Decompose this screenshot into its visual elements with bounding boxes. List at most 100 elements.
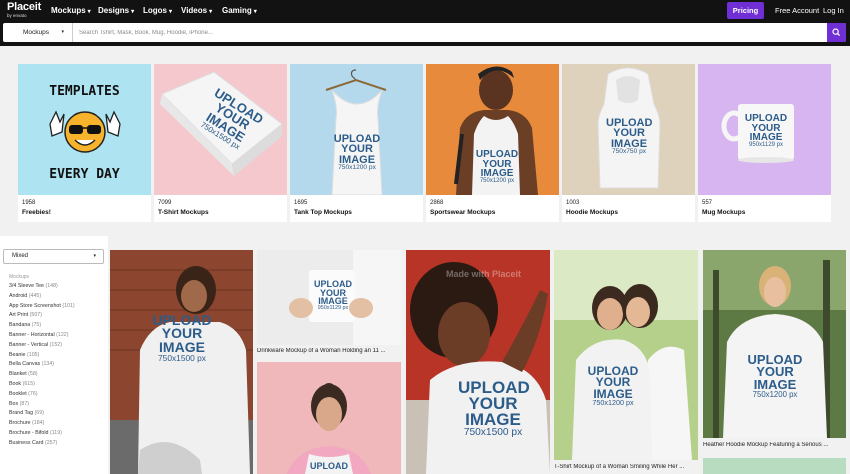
sidebar-category-item[interactable]: Book (615)	[9, 381, 104, 391]
freebies-art-line2: EVERY DAY	[49, 167, 120, 182]
filter-sidebar: Mixed ▾ Mockups 3/4 Sleeve Tee (148) Andr…	[0, 236, 108, 474]
category-label: Freebies!	[22, 209, 51, 216]
sidebar-category-count: (105)	[26, 351, 40, 358]
category-count: 1958	[22, 200, 36, 206]
result-caption[interactable]: Heather Hoodie Mockup Featuring a Seriou…	[703, 442, 846, 448]
woman-pink-photo	[257, 362, 401, 474]
sidebar-category-count: (69)	[34, 410, 44, 417]
nav-logos-label: Logos	[143, 6, 167, 15]
nav-designs[interactable]: Designs ▾	[98, 6, 134, 15]
result-tile[interactable]: UPLOAD YOUR IMAGE 950x1129 px	[257, 250, 401, 345]
sidebar-category-item[interactable]: Business Card (257)	[9, 440, 104, 450]
upload-dimensions: 750x1200 px	[479, 177, 515, 184]
tanktop-hanger-illustration	[325, 69, 387, 195]
category-card-tanktop[interactable]: UPLOAD YOUR IMAGE 750x1200 px 1695 Tank …	[290, 64, 423, 222]
sidebar-category-item[interactable]: Brochure (184)	[9, 420, 104, 430]
category-count: 1003	[566, 200, 580, 206]
upload-dimensions: 750x1200 px	[338, 164, 376, 172]
result-caption[interactable]: Drinkware Mockup of a Woman Holding an 1…	[257, 348, 401, 354]
upload-dimensions: 750x1200 px	[592, 398, 634, 408]
sidebar-category-item[interactable]: Beanie (105)	[9, 352, 104, 362]
result-tile[interactable]: Made with Placeit UPLOAD YOUR IMAGE 750x…	[406, 250, 550, 474]
upload-placeholder: UPLOAD YOUR IMAGE 950x1129 px	[313, 280, 353, 311]
sidebar-category-item[interactable]: Banner - Horizontal (122)	[9, 332, 104, 342]
search-category-select[interactable]: Mockups ▾	[3, 23, 73, 42]
nav-videos-label: Videos	[181, 6, 208, 15]
sidebar-category-name: Blanket	[9, 371, 27, 378]
sidebar-category-count: (76)	[28, 390, 38, 397]
result-tile[interactable]: UPLOAD YOUR IMAGE 750x1200 px	[703, 250, 846, 438]
sidebar-category-item[interactable]: App Store Screenshot (101)	[9, 303, 104, 313]
placeit-logo[interactable]: Placeit by envato	[7, 2, 41, 19]
result-tile[interactable]: UPLOAD YOUR IMAGE 750x1200 px	[554, 250, 698, 460]
logo-name: Placeit	[7, 1, 42, 13]
sidebar-category-item[interactable]: Bella Canvas (134)	[9, 361, 104, 371]
free-account-link[interactable]: Free Account	[775, 6, 819, 15]
result-tile[interactable]: UPLOAD	[257, 362, 401, 474]
category-label: Sportswear Mockups	[430, 209, 496, 216]
sidebar-category-item[interactable]: Booklet (76)	[9, 391, 104, 401]
chevron-down-icon: ▾	[87, 9, 91, 15]
smiley-sunglasses-illustration	[49, 110, 121, 153]
sidebar-category-name: Brand Tag	[9, 410, 34, 417]
category-card-mug[interactable]: UPLOAD YOUR IMAGE 950x1129 px 557 Mug Mo…	[698, 64, 831, 222]
upload-placeholder: UPLOAD YOUR IMAGE 750x1200 px	[472, 150, 522, 184]
upload-placeholder: UPLOAD YOUR IMAGE 950x1129 px	[742, 114, 790, 148]
nav-gaming-label: Gaming	[222, 6, 252, 15]
sort-select-value: Mixed	[12, 253, 29, 259]
sidebar-category-name: 3/4 Sleeve Tee	[9, 283, 44, 289]
upload-placeholder: UPLOAD YOUR IMAGE 750x1200 px	[745, 353, 805, 399]
category-count: 1695	[294, 200, 308, 206]
upload-dimensions: 750x1500 px	[158, 352, 206, 363]
nav-mockups-label: Mockups	[51, 6, 86, 15]
sidebar-category-count: (507)	[29, 312, 42, 319]
tanktop-image: UPLOAD YOUR IMAGE 750x1200 px	[290, 64, 423, 195]
two-women-photo	[554, 250, 698, 460]
sidebar-category-item[interactable]: Blanket (58)	[9, 371, 104, 381]
login-link[interactable]: Log In	[823, 6, 844, 15]
chevron-down-icon: ▾	[93, 253, 96, 259]
sidebar-category-count: (134)	[41, 361, 55, 368]
upload-line1: UPLOAD	[310, 461, 348, 471]
result-caption[interactable]: T-Shirt Mockup of a Woman Smiling While …	[554, 464, 698, 470]
sidebar-category-name: Brochure	[9, 420, 31, 427]
category-card-tshirt[interactable]: UPLOAD YOUR IMAGE 750x1500 px 7099 T-Shi…	[154, 64, 287, 222]
sidebar-category-count: (148)	[45, 283, 58, 289]
sort-select[interactable]: Mixed ▾	[3, 249, 104, 264]
sidebar-category-name: Brochure - Bifold	[9, 429, 49, 436]
upload-placeholder: UPLOAD YOUR IMAGE 750x1200 px	[584, 365, 642, 408]
sidebar-category-item[interactable]: Box (87)	[9, 401, 104, 411]
sidebar-category-item[interactable]: Banner - Vertical (152)	[9, 342, 104, 352]
sidebar-heading: Mockups	[9, 274, 30, 280]
category-card-freebies[interactable]: TEMPLATES EVERY DAY 1958 Freebies!	[18, 64, 151, 222]
upload-line3: IMAGE	[465, 410, 521, 430]
nav-videos[interactable]: Videos ▾	[181, 6, 212, 15]
category-label: T-Shirt Mockups	[158, 209, 209, 216]
search-input[interactable]	[79, 23, 819, 42]
result-tile[interactable]: UPLOAD YOUR IMAGE 750x1500 px	[110, 250, 253, 474]
result-tile[interactable]	[703, 458, 846, 474]
sidebar-category-item[interactable]: Art Print (507)	[9, 312, 104, 322]
sidebar-category-name: Booklet	[9, 390, 27, 397]
sidebar-category-item[interactable]: 3/4 Sleeve Tee (148)	[9, 283, 104, 293]
category-card-hoodie[interactable]: UPLOAD YOUR IMAGE 750x750 px 1003 Hoodie…	[562, 64, 695, 222]
sidebar-category-count: (122)	[56, 331, 69, 338]
upload-placeholder: UPLOAD YOUR IMAGE 750x750 px	[606, 118, 652, 156]
chevron-down-icon: ▾	[253, 9, 257, 15]
category-card-sportswear[interactable]: UPLOAD YOUR IMAGE 750x1200 px 2868 Sport…	[426, 64, 559, 222]
nav-gaming[interactable]: Gaming ▾	[222, 6, 257, 15]
sidebar-category-item[interactable]: Android (445)	[9, 293, 104, 303]
pricing-button[interactable]: Pricing	[727, 2, 764, 19]
search-box: Mockups ▾	[3, 23, 846, 42]
sidebar-category-item[interactable]: Brochure - Bifold (119)	[9, 430, 104, 440]
upload-dimensions: 750x750 px	[611, 148, 647, 156]
sidebar-category-count: (58)	[28, 371, 38, 378]
nav-logos[interactable]: Logos ▾	[143, 6, 172, 15]
upload-dimensions: 950x1129 px	[749, 141, 783, 148]
sidebar-category-name: Banner - Horizontal	[9, 331, 55, 338]
search-button[interactable]	[827, 23, 846, 42]
nav-mockups[interactable]: Mockups ▾	[51, 6, 91, 15]
sidebar-category-item[interactable]: Bandana (75)	[9, 322, 104, 332]
sidebar-category-item[interactable]: Brand Tag (69)	[9, 410, 104, 420]
category-label: Tank Top Mockups	[294, 209, 352, 216]
